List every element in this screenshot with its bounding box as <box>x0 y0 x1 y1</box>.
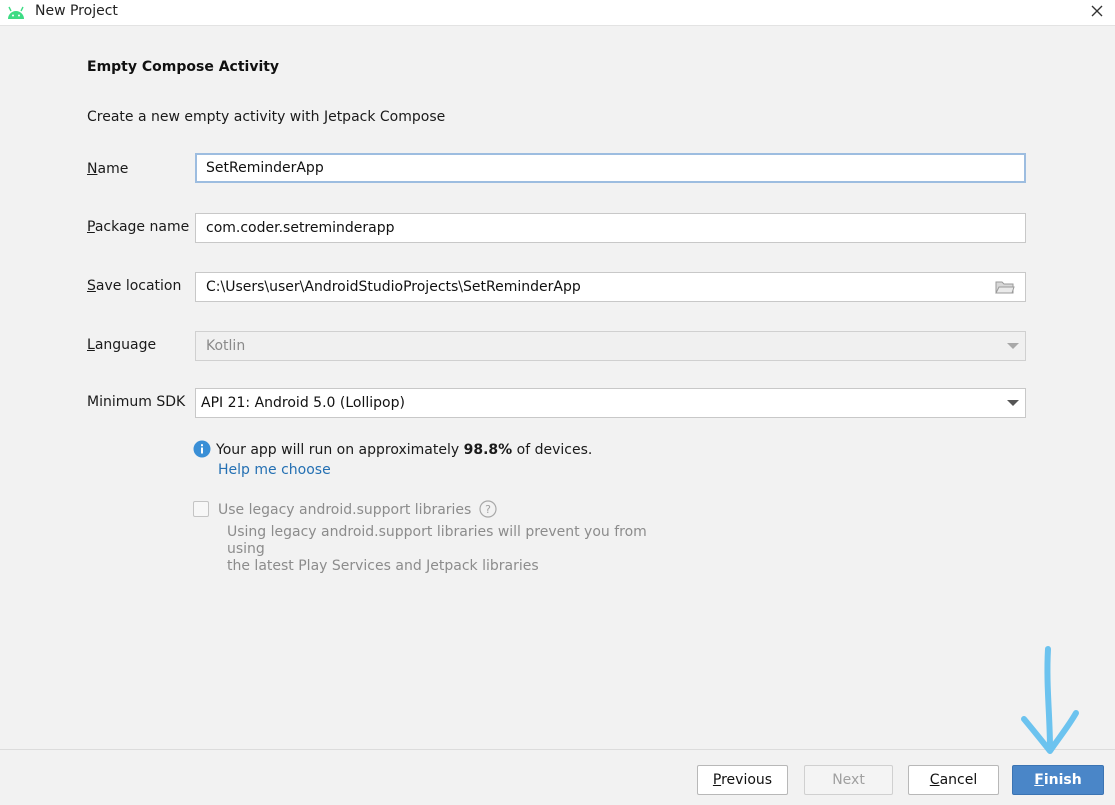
minimum-sdk-label: Minimum SDK <box>87 394 186 410</box>
language-label: Language <box>87 337 156 353</box>
coverage-percent: 98.8% <box>463 442 513 458</box>
package-name-label: Package name <box>87 219 189 235</box>
save-location-label-mnemonic: S <box>87 278 96 294</box>
info-icon <box>193 440 211 458</box>
name-label-rest: ame <box>97 161 129 177</box>
package-label-mnemonic: P <box>87 219 95 235</box>
finish-button[interactable]: Finish <box>1012 765 1104 795</box>
page-heading: Empty Compose Activity <box>87 59 280 75</box>
name-label-mnemonic: N <box>87 161 98 177</box>
language-label-mnemonic: L <box>87 337 95 353</box>
save-location-label-rest: ave location <box>95 278 182 294</box>
legacy-support-description: Using legacy android.support libraries w… <box>227 524 687 575</box>
cancel-button[interactable]: Cancel <box>908 765 999 795</box>
cancel-mnemonic: C <box>929 772 940 788</box>
chevron-down-icon <box>1007 343 1019 349</box>
arrow-down-annotation <box>1021 646 1079 754</box>
legacy-support-checkbox[interactable] <box>193 501 209 517</box>
previous-button[interactable]: Previous <box>697 765 788 795</box>
info-text-before: Your app will run on approximately <box>216 442 464 458</box>
chevron-down-icon[interactable] <box>1007 400 1019 406</box>
close-icon[interactable] <box>1089 2 1105 20</box>
previous-mnemonic: P <box>712 772 722 788</box>
name-label: Name <box>87 161 128 177</box>
minimum-sdk-select[interactable]: API 21: Android 5.0 (Lollipop) <box>195 388 1026 418</box>
page-description: Create a new empty activity with Jetpack… <box>87 109 446 125</box>
legacy-support-label: Use legacy android.support libraries <box>218 502 472 518</box>
question-icon[interactable]: ? <box>479 500 497 518</box>
package-label-rest: ackage name <box>94 219 190 235</box>
language-select: Kotlin <box>195 331 1026 361</box>
cancel-rest: ancel <box>939 772 978 788</box>
previous-rest: revious <box>721 772 773 788</box>
save-location-value: C:\Users\user\AndroidStudioProjects\SetR… <box>206 279 581 295</box>
help-me-choose-link[interactable]: Help me choose <box>218 462 331 478</box>
package-name-input[interactable] <box>195 213 1026 243</box>
android-icon <box>8 6 24 19</box>
legacy-description-line-2: the latest Play Services and Jetpack lib… <box>227 558 539 574</box>
next-button[interactable]: Next <box>804 765 893 795</box>
window-title: New Project <box>35 3 118 19</box>
language-label-rest: anguage <box>94 337 157 353</box>
legacy-support-option: Use legacy android.support libraries ? <box>193 500 497 518</box>
save-location-label: Save location <box>87 278 181 294</box>
svg-text:?: ? <box>485 503 491 516</box>
name-input[interactable] <box>195 153 1026 183</box>
title-bar: New Project <box>0 0 1115 26</box>
finish-rest: inish <box>1043 772 1082 788</box>
save-location-input[interactable]: C:\Users\user\AndroidStudioProjects\SetR… <box>195 272 1026 302</box>
finish-mnemonic: F <box>1034 772 1044 788</box>
language-value: Kotlin <box>206 338 246 354</box>
folder-icon[interactable] <box>995 280 1015 295</box>
legacy-description-line-1: Using legacy android.support libraries w… <box>227 524 647 557</box>
minimum-sdk-value: API 21: Android 5.0 (Lollipop) <box>201 395 405 411</box>
device-coverage-info: Your app will run on approximately 98.8%… <box>193 440 592 458</box>
info-text-after: of devices. <box>512 442 593 458</box>
